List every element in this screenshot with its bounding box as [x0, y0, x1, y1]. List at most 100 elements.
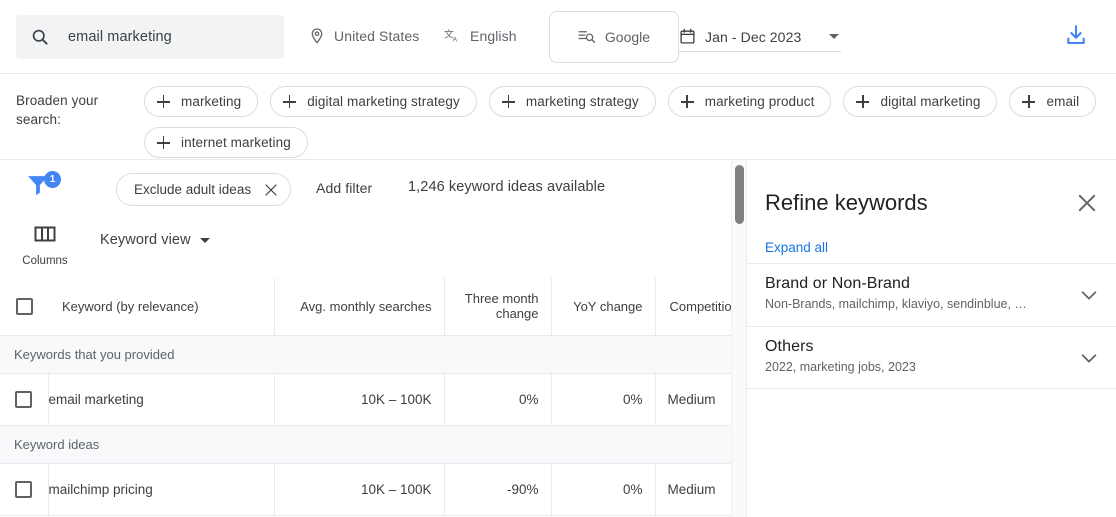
chevron-down-icon: [199, 237, 210, 243]
refine-panel-title: Refine keywords: [765, 190, 928, 215]
row-select-cell: [0, 463, 49, 516]
broaden-chip[interactable]: marketing strategy: [488, 86, 656, 117]
broaden-search-bar: Broaden your search: marketing digital m…: [0, 74, 1116, 160]
cell-avg-monthly-searches: 10K – 100K: [274, 373, 445, 426]
chevron-down-icon[interactable]: [1078, 284, 1100, 306]
chevron-down-icon[interactable]: [1078, 347, 1100, 369]
columns-icon: [33, 222, 57, 251]
search-icon: [30, 27, 50, 47]
table-row[interactable]: mailchimp pricing 10K – 100K -90% 0% Med…: [0, 463, 734, 516]
table-group-row: Keyword ideas: [0, 425, 734, 464]
table-vertical-scrollbar[interactable]: [731, 160, 746, 517]
plus-icon: [157, 95, 170, 108]
keyword-table-region: 1 Exclude adult ideas Add filter 1,246 k…: [0, 160, 734, 517]
calendar-icon: [679, 28, 696, 45]
filter-toolbar: 1 Exclude adult ideas Add filter 1,246 k…: [0, 160, 734, 216]
search-input[interactable]: email marketing: [16, 15, 284, 59]
download-button[interactable]: [1061, 22, 1091, 52]
row-select-cell: [0, 373, 49, 426]
cell-competition: Medium: [655, 373, 734, 426]
row-checkbox[interactable]: [15, 390, 33, 408]
plus-icon: [283, 95, 297, 108]
download-icon: [1064, 23, 1088, 52]
broaden-chip-label: digital marketing strategy: [307, 94, 460, 109]
network-label: Google: [604, 29, 651, 45]
search-input-value: email marketing: [68, 29, 172, 45]
refine-keywords-panel: Refine keywords Expand all Brand or Non-…: [746, 160, 1116, 517]
column-header-keyword[interactable]: Keyword (by relevance): [48, 278, 275, 336]
cell-yoy-change: 0%: [551, 463, 656, 516]
close-refine-panel-button[interactable]: [1074, 192, 1100, 218]
plus-icon: [157, 136, 170, 149]
refine-group-brand-or-non-brand[interactable]: Brand or Non-Brand Non-Brands, mailchimp…: [747, 263, 1116, 326]
broaden-chip-label: marketing strategy: [525, 94, 639, 109]
expand-all-link[interactable]: Expand all: [765, 240, 828, 255]
location-selector[interactable]: United States: [308, 27, 419, 45]
filter-funnel-icon: [24, 176, 52, 202]
broaden-chip-label: digital marketing: [880, 94, 981, 109]
column-header-avg-monthly-searches[interactable]: Avg. monthly searches: [274, 278, 445, 336]
broaden-chip[interactable]: email: [1009, 86, 1097, 117]
translate-icon: 文 A: [444, 27, 462, 45]
location-pin-icon: [308, 27, 326, 45]
broaden-chip[interactable]: marketing: [144, 86, 259, 117]
broaden-chip[interactable]: digital marketing strategy: [270, 86, 477, 117]
refine-group-title: Others: [765, 338, 814, 355]
broaden-search-label: Broaden your search:: [16, 93, 99, 127]
language-selector[interactable]: 文 A English: [444, 27, 517, 45]
manage-search-icon: [578, 28, 596, 46]
cell-yoy-change: 0%: [551, 373, 656, 426]
date-range-label: Jan - Dec 2023: [705, 28, 802, 45]
date-range-selector[interactable]: Jan - Dec 2023: [679, 22, 841, 52]
columns-button[interactable]: Columns: [18, 222, 72, 267]
active-filter-chip[interactable]: Exclude adult ideas: [116, 173, 292, 206]
table-header-row: Keyword (by relevance) Avg. monthly sear…: [0, 278, 734, 336]
column-header-yoy-change[interactable]: YoY change: [551, 278, 656, 336]
language-label: English: [470, 28, 517, 44]
broaden-chip[interactable]: marketing product: [667, 86, 832, 117]
close-icon: [1075, 191, 1099, 220]
location-label: United States: [334, 28, 420, 44]
plus-icon: [501, 95, 515, 108]
refine-group-subtitle: 2022, marketing jobs, 2023: [765, 360, 916, 374]
broaden-chip[interactable]: digital marketing: [843, 86, 998, 117]
keyword-ideas-count: 1,246 keyword ideas available: [408, 179, 606, 195]
plus-icon: [1022, 95, 1036, 108]
column-header-competition[interactable]: Competition: [655, 278, 734, 336]
broaden-chip[interactable]: internet marketing: [144, 127, 308, 158]
table-group-label: Keywords that you provided: [0, 335, 734, 374]
plus-icon: [680, 95, 694, 108]
cell-competition: Medium: [655, 463, 734, 516]
content-area: 1 Exclude adult ideas Add filter 1,246 k…: [0, 160, 1116, 517]
keyword-table: Keyword (by relevance) Avg. monthly sear…: [0, 278, 734, 516]
broaden-chip-label: marketing: [181, 94, 242, 109]
search-network-selector[interactable]: Google: [549, 11, 679, 63]
select-all-checkbox[interactable]: [15, 297, 33, 315]
cell-keyword: mailchimp pricing: [48, 463, 275, 516]
keyword-view-selector[interactable]: Keyword view: [100, 232, 210, 248]
columns-label: Columns: [22, 255, 68, 267]
plus-icon: [856, 95, 870, 108]
column-header-three-month-change[interactable]: Three month change: [444, 278, 552, 336]
add-filter-button[interactable]: Add filter: [316, 180, 372, 196]
remove-filter-icon[interactable]: [263, 182, 279, 198]
refine-group-others[interactable]: Others 2022, marketing jobs, 2023: [747, 326, 1116, 389]
active-filter-label: Exclude adult ideas: [134, 182, 252, 197]
broaden-chip-list: marketing digital marketing strategy mar…: [144, 86, 1104, 158]
broaden-chip-label: marketing product: [704, 94, 815, 109]
row-checkbox[interactable]: [15, 480, 33, 498]
refine-panel-header: Refine keywords Expand all: [747, 160, 1116, 263]
filter-funnel-button[interactable]: 1: [24, 170, 64, 202]
cell-three-month-change: -90%: [444, 463, 552, 516]
table-group-row: Keywords that you provided: [0, 335, 734, 374]
scrollbar-thumb[interactable]: [735, 165, 744, 224]
table-row[interactable]: email marketing 10K – 100K 0% 0% Medium: [0, 373, 734, 426]
broaden-chip-label: internet marketing: [181, 135, 291, 150]
cell-keyword: email marketing: [48, 373, 275, 426]
svg-text:A: A: [453, 36, 458, 43]
keyword-planner-screen: email marketing United States 文 A Englis…: [0, 0, 1116, 517]
top-toolbar: email marketing United States 文 A Englis…: [0, 0, 1116, 74]
select-all-cell: [0, 278, 48, 336]
cell-avg-monthly-searches: 10K – 100K: [274, 463, 445, 516]
table-group-label: Keyword ideas: [0, 425, 734, 464]
